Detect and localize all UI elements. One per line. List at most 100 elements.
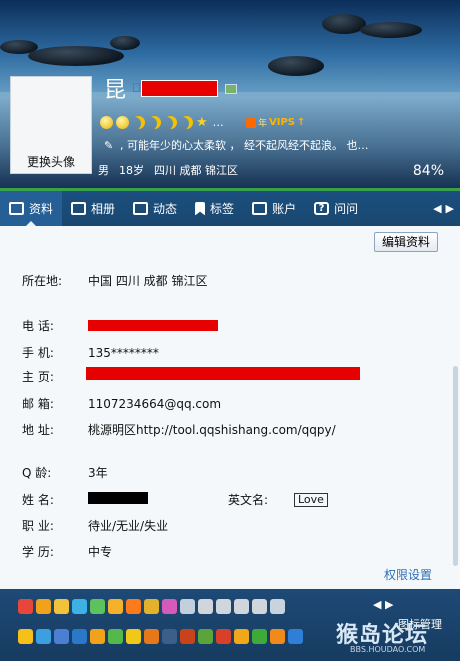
field-qq-age: Q 龄: 3年: [22, 464, 108, 481]
box-icon[interactable]: [198, 629, 213, 644]
tab-ask[interactable]: ? 问问: [305, 191, 367, 226]
tab-photos[interactable]: 相册: [62, 191, 124, 226]
diamond-grey-icon[interactable]: [252, 599, 267, 614]
signature: ✎ , 可能年少的心太柔软 ， 经不起风经不起浪。 也…: [104, 137, 454, 153]
field-label: 学 历:: [22, 545, 54, 559]
music-icon[interactable]: [54, 599, 69, 614]
crown-icon[interactable]: [108, 599, 123, 614]
field-homepage: 主 页:: [22, 368, 88, 385]
tab-next-button[interactable]: ▶: [446, 202, 454, 215]
profile-card-icon: [9, 202, 24, 215]
watermark-url: BBS.HOUDAO.COM: [350, 645, 426, 654]
pet-icon[interactable]: [144, 629, 159, 644]
field-label: 主 页:: [22, 370, 54, 384]
field-education: 学 历: 中专: [22, 543, 112, 560]
age: 18岁: [119, 164, 144, 177]
pet-icon[interactable]: [72, 599, 87, 614]
tab-tags[interactable]: 标签: [186, 191, 243, 226]
background-rock: [110, 36, 140, 50]
field-value: Love: [294, 492, 328, 507]
vip-label: VIPS: [269, 117, 296, 128]
background-rock: [360, 22, 422, 38]
diamond-icon[interactable]: [36, 599, 51, 614]
dance-icon[interactable]: [234, 629, 249, 644]
question-icon: ?: [314, 202, 330, 215]
permission-settings-link[interactable]: 权限设置: [384, 566, 432, 583]
icon-row: [18, 629, 303, 644]
qzone-icon[interactable]: [36, 629, 51, 644]
field-label: 职 业:: [22, 519, 54, 533]
tab-profile[interactable]: 资料: [0, 191, 63, 227]
qq-level[interactable]: ★ …: [100, 116, 224, 129]
field-name: 姓 名:: [22, 491, 88, 508]
camera-icon[interactable]: [72, 629, 87, 644]
field-english-name: 英文名: Love: [228, 491, 328, 508]
star-icon[interactable]: [18, 629, 33, 644]
field-phone: 电 话:: [22, 317, 88, 334]
eye-icon[interactable]: [162, 629, 177, 644]
icon-row: [18, 599, 285, 614]
avatar[interactable]: 更换头像: [10, 76, 92, 174]
tab-feed[interactable]: 动态: [124, 191, 186, 226]
nickname-redaction: [141, 80, 218, 97]
nickname: 昆: [104, 78, 127, 103]
diamond-grey-icon[interactable]: [198, 599, 213, 614]
jewel-icon[interactable]: [162, 599, 177, 614]
bird-icon[interactable]: [270, 599, 285, 614]
moon-icon: [180, 116, 193, 129]
profile-completion: 84%: [412, 163, 444, 179]
book-icon[interactable]: [126, 599, 141, 614]
field-value: 3年: [88, 466, 108, 480]
tab-label: 问问: [334, 202, 359, 216]
tab-prev-button[interactable]: ◀: [433, 202, 441, 215]
field-value: 中专: [88, 545, 113, 559]
clover-icon[interactable]: [252, 629, 267, 644]
arrow-up-icon: ↑: [297, 117, 306, 128]
heart-icon[interactable]: [18, 599, 33, 614]
icon-bar-arrows[interactable]: ◀ ▶: [373, 598, 393, 611]
app-icon[interactable]: [54, 629, 69, 644]
field-label: Q 龄:: [22, 466, 52, 480]
edit-nickname-icon[interactable]: [225, 84, 237, 94]
background-rock: [0, 40, 38, 54]
gem-icon[interactable]: [90, 599, 105, 614]
level-more: …: [212, 116, 224, 129]
photo-icon: [71, 202, 87, 215]
crown-icon: [246, 117, 256, 128]
game-icon[interactable]: [144, 599, 159, 614]
basic-info: 男 18岁 四川 成都 锦江区: [98, 162, 238, 178]
tv-icon[interactable]: [90, 629, 105, 644]
heart-grey-icon[interactable]: [234, 599, 249, 614]
shield-icon[interactable]: [180, 599, 195, 614]
moon-icon: [148, 116, 161, 129]
edit-profile-button[interactable]: 编辑资料: [374, 232, 438, 252]
security-icon[interactable]: [288, 629, 303, 644]
car-icon[interactable]: [216, 629, 231, 644]
tab-account[interactable]: 账户: [243, 191, 305, 226]
field-address: 地 址: 桃源明区http://tool.qqshishang.com/qqpy…: [22, 421, 336, 438]
diamond-grey-icon[interactable]: [216, 599, 231, 614]
profile-header: 更换头像 昆 ★ … 年 VIPS ↑ ✎ , 可能年少的心太柔软 ， 经不起风经…: [0, 0, 460, 188]
tab-label: 账户: [272, 202, 297, 216]
sun-icon: [116, 116, 129, 129]
scrollbar[interactable]: [453, 366, 458, 566]
change-avatar-link[interactable]: 更换头像: [11, 153, 91, 170]
chat-icon[interactable]: [108, 629, 123, 644]
pen-icon: ✎: [104, 139, 114, 152]
field-label: 英文名:: [228, 493, 269, 507]
gift-icon[interactable]: [180, 629, 195, 644]
field-location: 所在地: 中国 四川 成都 锦江区: [22, 272, 207, 289]
tab-label: 动态: [153, 202, 178, 216]
field-label: 邮 箱:: [22, 397, 54, 411]
watermark: 猴岛论坛 BBS.HOUDAO.COM: [336, 617, 456, 657]
orange-icon[interactable]: [270, 629, 285, 644]
field-value: 中国 四川 成都 锦江区: [88, 274, 208, 288]
sun-icon: [100, 116, 113, 129]
game-icon[interactable]: [126, 629, 141, 644]
vip-badge[interactable]: 年 VIPS ↑: [246, 116, 305, 129]
field-value: 桃源明区http://tool.qqshishang.com/qqpy/: [88, 423, 336, 437]
tab-label: 标签: [210, 202, 235, 216]
field-value: 135********: [88, 345, 159, 360]
field-value: 待业/无业/失业: [88, 519, 169, 533]
phone-redaction: [88, 320, 218, 331]
